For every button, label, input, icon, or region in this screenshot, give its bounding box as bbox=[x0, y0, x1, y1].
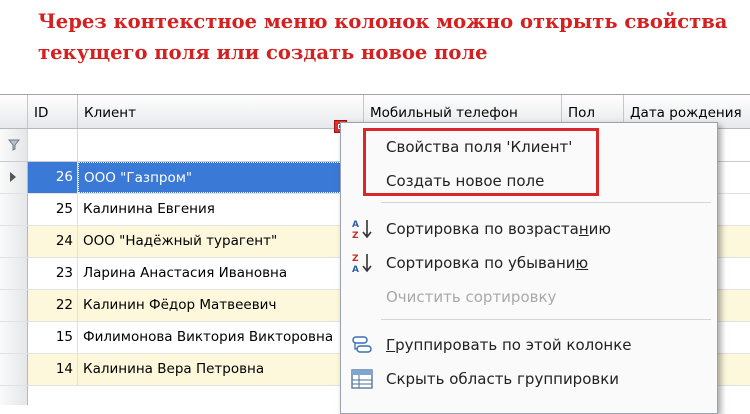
menu-item-hide-group-area[interactable]: Скрыть область группировки bbox=[341, 363, 717, 395]
menu-separator bbox=[381, 202, 711, 203]
cell-client[interactable]: Филимонова Виктория Викторовна bbox=[78, 322, 342, 353]
group-area-icon bbox=[351, 369, 373, 389]
cell-id[interactable]: 15 bbox=[28, 322, 78, 353]
filter-cell-id[interactable] bbox=[28, 129, 78, 161]
cell-client[interactable]: Калинина Вера Петровна bbox=[78, 354, 342, 385]
cell-client[interactable]: Калинин Фёдор Матвеевич bbox=[78, 290, 342, 321]
cell-id[interactable]: 25 bbox=[28, 194, 78, 225]
column-header-id[interactable]: ID bbox=[28, 95, 78, 128]
cell-client[interactable]: ООО "Надёжный турагент" bbox=[78, 226, 342, 257]
caption: Через контекстное меню колонок можно отк… bbox=[38, 6, 738, 68]
row-indicator[interactable] bbox=[0, 322, 28, 353]
filter-indicator[interactable] bbox=[0, 129, 28, 161]
menu-item-group-by-column[interactable]: Группировать по этой колонке bbox=[341, 329, 717, 361]
column-header-client[interactable]: Клиент bbox=[78, 95, 364, 128]
svg-text:A: A bbox=[352, 265, 359, 274]
svg-text:Z: Z bbox=[352, 231, 359, 240]
row-indicator[interactable] bbox=[0, 258, 28, 289]
cell-id[interactable]: 14 bbox=[28, 354, 78, 385]
row-indicator[interactable] bbox=[0, 194, 28, 225]
row-indicator[interactable] bbox=[0, 290, 28, 321]
caption-line-2: текущего поля или создать новое поле bbox=[38, 41, 488, 64]
cell-id[interactable]: 26 bbox=[28, 162, 78, 193]
highlight-box bbox=[363, 128, 599, 196]
cell-id[interactable]: 24 bbox=[28, 226, 78, 257]
row-indicator-icon bbox=[10, 172, 16, 182]
cell-client[interactable]: Калинина Евгения bbox=[78, 194, 342, 225]
cell-id[interactable]: 22 bbox=[28, 290, 78, 321]
filter-cell-client[interactable] bbox=[78, 129, 364, 161]
menu-separator bbox=[381, 319, 711, 320]
menu-item-clear-sort: Очистить сортировку bbox=[386, 288, 557, 306]
header-corner bbox=[0, 95, 28, 128]
svg-text:Z: Z bbox=[352, 254, 359, 264]
menu-item-sort-ascending[interactable]: A Z Сортировка по возрастанию bbox=[341, 213, 717, 245]
caption-line-1: Через контекстное меню колонок можно отк… bbox=[38, 10, 728, 33]
svg-text:A: A bbox=[352, 220, 359, 230]
sort-ascending-icon: A Z bbox=[352, 220, 372, 240]
row-indicator[interactable] bbox=[0, 354, 28, 385]
filter-icon bbox=[8, 139, 20, 151]
row-indicator[interactable] bbox=[0, 162, 28, 193]
cell-client[interactable]: ООО "Газпром" bbox=[78, 162, 342, 193]
group-by-icon bbox=[352, 336, 372, 353]
sort-descending-icon: Z A bbox=[352, 254, 372, 274]
cell-id[interactable]: 23 bbox=[28, 258, 78, 289]
menu-item-sort-descending[interactable]: Z A Сортировка по убыванию bbox=[341, 247, 717, 279]
row-indicator[interactable] bbox=[0, 386, 28, 405]
cell-client[interactable]: Ларина Анастасия Ивановна bbox=[78, 258, 342, 289]
row-indicator[interactable] bbox=[0, 226, 28, 257]
